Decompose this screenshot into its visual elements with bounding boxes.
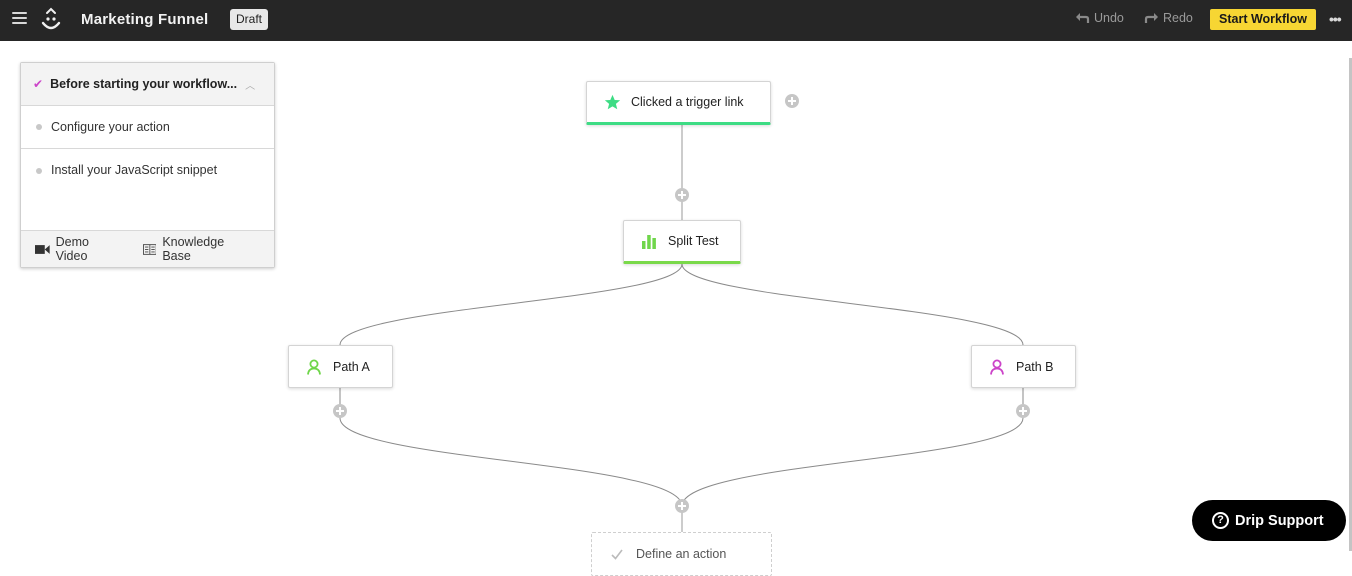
- split-test-node[interactable]: Split Test: [623, 220, 741, 264]
- add-step-merge-button[interactable]: [675, 499, 689, 513]
- checklist-footer: Demo Video Knowledge Base: [21, 230, 274, 267]
- drip-support-label: Drip Support: [1235, 512, 1324, 529]
- top-bar: Marketing Funnel Draft Undo Redo Start W…: [0, 0, 1352, 41]
- bar-chart-icon: [640, 232, 658, 250]
- checkmark-icon: ✔: [33, 77, 44, 91]
- star-icon: [603, 93, 621, 111]
- hamburger-menu-icon[interactable]: [12, 12, 27, 26]
- path-b-node[interactable]: Path B: [971, 345, 1076, 388]
- undo-icon: [1076, 13, 1090, 23]
- status-badge: Draft: [230, 9, 269, 30]
- checklist-header[interactable]: ✔ Before starting your workflow... ︿: [21, 63, 274, 106]
- undo-label: Undo: [1094, 11, 1124, 25]
- connector-path-b-merge: [681, 388, 1024, 507]
- checklist-item-label: Configure your action: [51, 120, 170, 134]
- undo-button[interactable]: Undo: [1075, 11, 1124, 25]
- onboarding-checklist: ✔ Before starting your workflow... ︿ Con…: [20, 62, 275, 268]
- redo-icon: [1144, 13, 1158, 23]
- bullet-icon: [36, 168, 42, 174]
- add-step-button[interactable]: [675, 188, 689, 202]
- checklist-item-label: Install your JavaScript snippet: [51, 163, 218, 177]
- connector-split-path-a: [339, 263, 683, 346]
- drip-support-button[interactable]: ? Drip Support: [1192, 500, 1346, 541]
- person-icon: [988, 358, 1006, 376]
- knowledge-base-label: Knowledge Base: [162, 235, 225, 263]
- redo-label: Redo: [1163, 11, 1193, 25]
- checklist-item-install-snippet[interactable]: Install your JavaScript snippet: [21, 149, 274, 230]
- define-action-label: Define an action: [636, 547, 727, 561]
- path-a-label: Path A: [333, 359, 370, 374]
- person-icon: [305, 358, 323, 376]
- path-b-label: Path B: [1016, 359, 1054, 374]
- trigger-label: Clicked a trigger link: [631, 95, 744, 109]
- demo-video-link[interactable]: Demo Video: [35, 235, 123, 263]
- book-icon: [142, 243, 157, 255]
- connector-split-path-b: [681, 263, 1024, 346]
- demo-video-label: Demo Video: [55, 235, 89, 263]
- video-camera-icon: [35, 244, 50, 254]
- more-options-icon[interactable]: •••: [1329, 12, 1342, 26]
- workflow-title[interactable]: Marketing Funnel: [81, 11, 208, 28]
- split-test-label: Split Test: [668, 234, 719, 248]
- check-icon: [608, 545, 626, 563]
- chevron-up-icon[interactable]: ︿: [245, 77, 255, 92]
- checklist-title: Before starting your workflow...: [50, 77, 238, 91]
- connector-path-a-merge: [339, 388, 683, 507]
- checklist-item-configure-action[interactable]: Configure your action: [21, 106, 274, 149]
- add-step-path-b-button[interactable]: [1016, 404, 1030, 418]
- trigger-node[interactable]: Clicked a trigger link: [586, 81, 771, 125]
- help-question-icon: ?: [1212, 512, 1229, 529]
- knowledge-base-link[interactable]: Knowledge Base: [142, 235, 254, 263]
- add-step-path-a-button[interactable]: [333, 404, 347, 418]
- bullet-icon: [36, 124, 42, 130]
- redo-button[interactable]: Redo: [1144, 11, 1193, 25]
- define-action-node[interactable]: Define an action: [591, 532, 772, 576]
- drip-logo-icon: [41, 7, 61, 30]
- start-workflow-button[interactable]: Start Workflow: [1210, 9, 1316, 30]
- add-trigger-button[interactable]: [785, 94, 799, 108]
- path-a-node[interactable]: Path A: [288, 345, 393, 388]
